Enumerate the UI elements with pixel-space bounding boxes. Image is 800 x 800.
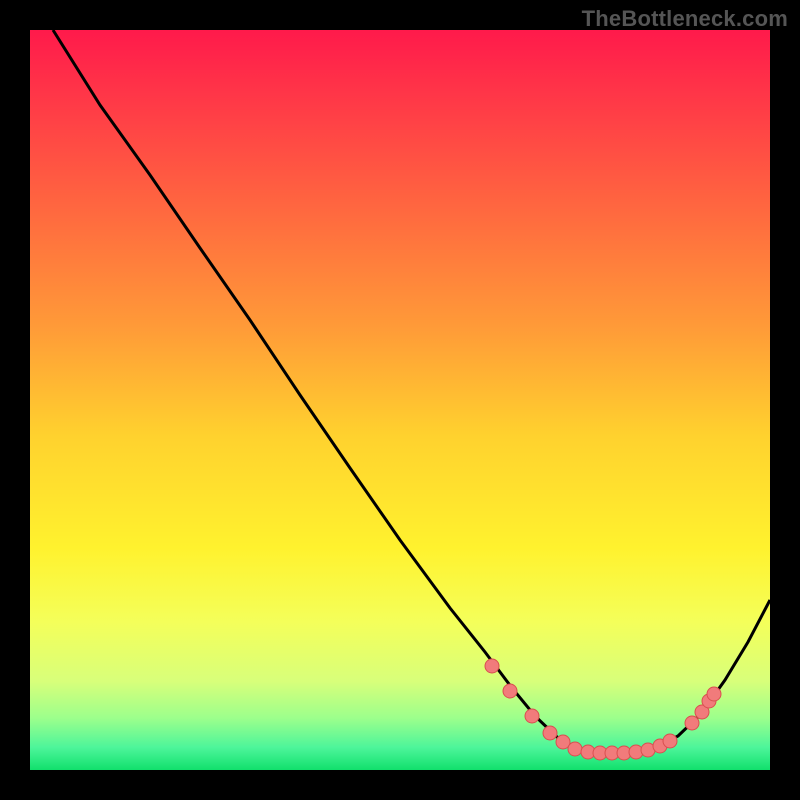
chart-canvas (0, 0, 800, 800)
chart-root: { "watermark": "TheBottleneck.com", "cha… (0, 0, 800, 800)
plot-area (30, 30, 770, 770)
watermark-text: TheBottleneck.com (582, 6, 788, 32)
marker-dot (685, 716, 699, 730)
marker-dot (707, 687, 721, 701)
marker-dot (503, 684, 517, 698)
marker-dot (485, 659, 499, 673)
marker-dot (543, 726, 557, 740)
marker-dot (525, 709, 539, 723)
marker-dot (568, 742, 582, 756)
marker-dot (663, 734, 677, 748)
